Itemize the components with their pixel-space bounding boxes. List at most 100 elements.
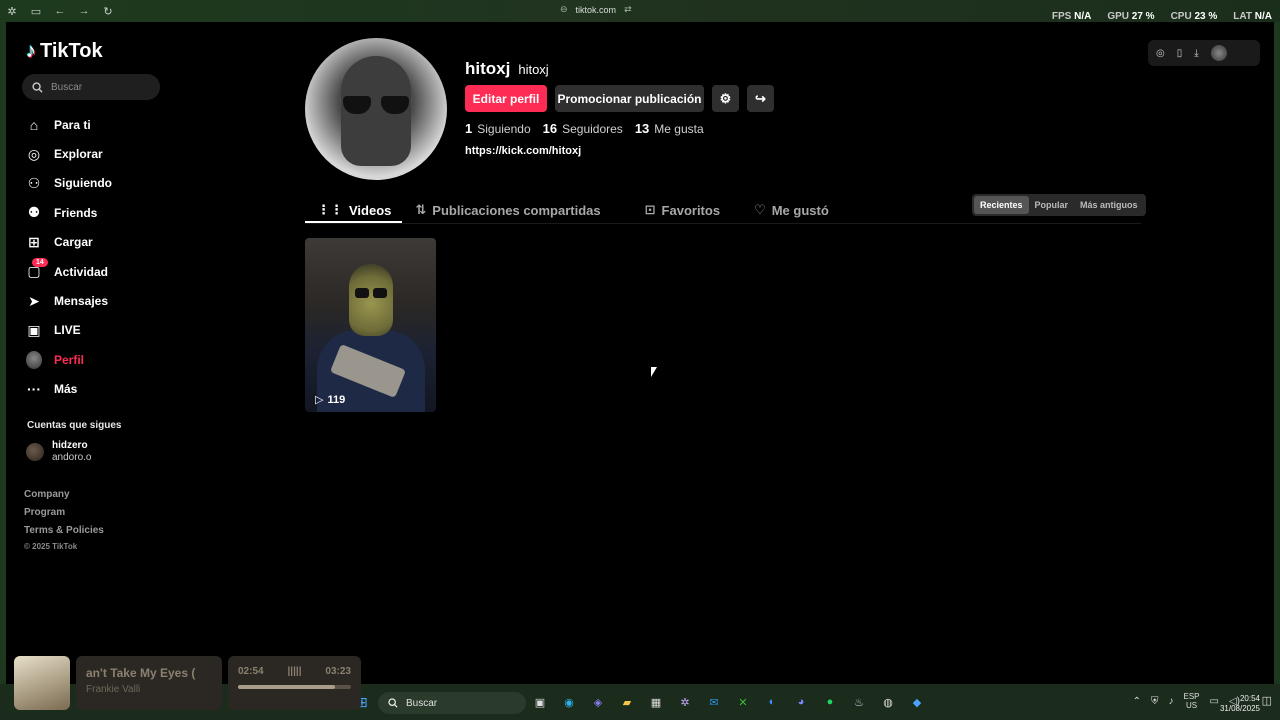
sort-recent[interactable]: Recientes [974,196,1029,214]
clock-date: 31/08/2025 [1219,704,1260,713]
sidebar-item-friends[interactable]: ⚉ Friends [26,198,176,227]
sidebar-item-label: LIVE [54,323,81,338]
now-playing-info[interactable]: an't Take My Eyes ( Frankie Valli [76,656,222,710]
sidebar-item-actividad[interactable]: ▢ 14 Actividad [26,257,176,286]
profile-avatar[interactable] [305,38,447,180]
sidebar-item-mas[interactable]: ··· Más [26,375,176,404]
send-icon: ➤ [28,292,40,309]
tab-reposts[interactable]: ⇅ Publicaciones compartidas [403,198,612,222]
address-bar[interactable]: ⊖ tiktok.com ⇄ [560,4,680,15]
messenger-icon[interactable]: ◐ [762,692,782,712]
tab-liked[interactable]: ♡ Me gustó [742,198,841,222]
more-icon: ··· [27,381,41,398]
xbox-icon[interactable]: ✕ [733,692,753,712]
stat-label: Siguiendo [477,122,531,136]
track-title: an't Take My Eyes ( [86,666,196,680]
video-thumbnail[interactable]: ▷ 119 [305,238,436,412]
progress-bar[interactable] [238,685,351,689]
sidebar-item-perfil[interactable]: Perfil [26,345,176,374]
sort-popular[interactable]: Popular [1029,196,1075,214]
steam-icon[interactable]: ♨ [849,692,869,712]
discord-icon[interactable]: ◕ [791,692,811,712]
forward-icon[interactable]: → [72,0,96,22]
settings-gear-icon[interactable]: ⚙ [712,85,739,112]
language-code: ESP [1183,692,1200,701]
album-cover[interactable] [14,656,70,710]
tiktok-logo[interactable]: ♪ TikTok [26,40,103,63]
tab-favorites[interactable]: ⊡ Favoritos [633,198,732,222]
outlook-icon[interactable]: ✉ [704,692,724,712]
taskbar-clock[interactable]: 20:54 31/08/2025 [1220,694,1260,714]
edge-icon[interactable]: ◉ [559,692,579,712]
taskbar-search-text: Buscar [406,697,438,709]
share-icon[interactable]: ↪ [747,85,774,112]
tab-videos[interactable]: ⋮⋮ Videos [305,198,403,222]
sidebar-item-para-ti[interactable]: ⌂ Para ti [26,110,176,139]
mouse-cursor [651,367,657,377]
stat-followers[interactable]: 16 Seguidores [543,121,623,136]
performance-overlay: FPS N/A GPU 27 % CPU 23 % LAT N/A [1052,11,1272,22]
sidebar-item-mensajes[interactable]: ➤ Mensajes [26,286,176,315]
swap-icon[interactable]: ⇄ [624,4,632,15]
compass-icon[interactable]: ◎ [1156,48,1165,59]
stat-following[interactable]: 1 Siguiendo [465,121,531,136]
notification-badge: 14 [32,257,48,267]
search-input[interactable] [51,81,151,93]
friends-icon: ⚉ [27,204,41,221]
lat-value: N/A [1254,11,1272,22]
sort-toggle: Recientes Popular Más antiguos [972,194,1146,216]
store-icon[interactable]: ▦ [646,692,666,712]
profile-actions: Editar perfil Promocionar publicación ⚙ … [465,85,774,112]
back-icon[interactable]: ← [48,0,72,22]
sidebar-item-explorar[interactable]: ◎ Explorar [26,139,176,168]
extensions-icon[interactable]: ✲ [0,0,24,22]
bookmark-icon: ⊡ [644,202,656,217]
sidebar-item-live[interactable]: ▣ LIVE [26,316,176,345]
security-icon[interactable]: ⛨ [1151,696,1159,707]
chevron-up-icon[interactable]: ⌃ [1133,696,1141,707]
search-box[interactable] [22,74,160,100]
footer-link-terms[interactable]: Terms & Policies [24,525,104,543]
avatar[interactable] [1210,45,1227,61]
promote-button[interactable]: Promocionar publicación [555,85,704,112]
file-explorer-icon[interactable]: ▰ [617,692,637,712]
taskbar-search[interactable]: Buscar [378,692,526,714]
tiktok-page: ♪ TikTok ⌂ Para ti ◎ Explorar ⚇ Siguiend… [0,22,1280,684]
chrome-icon[interactable]: ◍ [878,692,898,712]
download-icon[interactable]: ⤓ [1194,48,1198,59]
footer-link-program[interactable]: Program [24,507,104,525]
sort-oldest[interactable]: Más antiguos [1074,196,1144,214]
browser-titlebar: ✲ ▭ ← → ↻ ⊖ tiktok.com ⇄ FPS N/A GPU 27 … [0,0,1280,22]
sidebar-item-siguiendo[interactable]: ⚇ Siguiendo [26,169,176,198]
copyright: © 2025 TikTok [24,542,78,551]
sidebar-item-label: Actividad [54,264,109,279]
equalizer-icon: ||||| [287,666,302,677]
vscode-icon[interactable]: ◆ [907,692,927,712]
reload-icon[interactable]: ↻ [96,0,120,22]
playback-progress[interactable]: 02:54 ||||| 03:23 [228,656,361,710]
notification-bell-icon[interactable]: ◫ [1262,694,1272,707]
sidebar-item-label: Más [54,382,78,397]
footer-link-company[interactable]: Company [24,489,104,507]
copilot-icon[interactable]: ◈ [588,692,608,712]
lat-label: LAT [1233,11,1252,22]
fps-label: FPS [1051,11,1072,22]
spotify-icon[interactable]: ● [820,692,840,712]
language-indicator[interactable]: ESP US [1184,692,1200,710]
video-views: ▷ 119 [315,393,345,407]
sidebar-item-label: Friends [54,205,98,220]
phone-icon[interactable]: ▯ [1177,48,1183,59]
bio-link[interactable]: https://kick.com/hitoxj [465,145,581,157]
sidebar-toggle-icon[interactable]: ▭ [24,0,48,22]
browser-icon[interactable]: ✲ [675,692,695,712]
following-icon: ⚇ [27,174,41,191]
following-account[interactable]: hidzero andoro.o [26,440,91,464]
tiktok-note-icon: ♪ [26,40,36,62]
microphone-icon[interactable]: ♪ [1169,696,1174,707]
task-view-icon[interactable]: ▣ [530,692,550,712]
edit-profile-button[interactable]: Editar perfil [465,85,547,112]
upload-icon: ⊞ [28,233,40,250]
network-icon[interactable]: ▭ [1210,696,1219,707]
sidebar-item-cargar[interactable]: ⊞ Cargar [26,228,176,257]
tabs-divider [305,223,1141,224]
